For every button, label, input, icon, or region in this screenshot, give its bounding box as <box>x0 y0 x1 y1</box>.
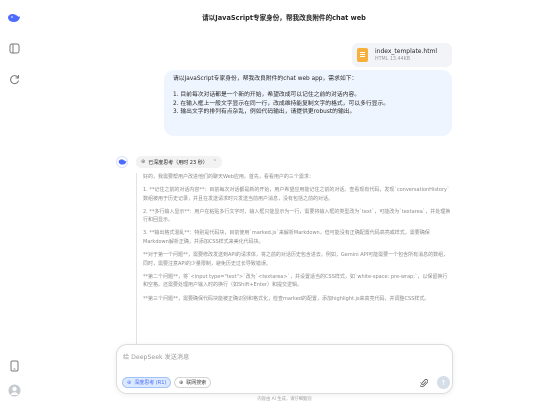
sidebar <box>0 0 28 405</box>
reasoning-paragraph: **第三个问题**，需要确保代码块能被正确识别和格式化，检查marked的配置，… <box>143 295 430 302</box>
file-icon <box>357 48 368 62</box>
reasoning-paragraph: 好的，我需要帮用户改进他们的聊天Web应用。首先，看看用户的三个需求： <box>143 174 314 180</box>
message-input[interactable]: 给 DeepSeek 发送消息 <box>123 352 189 361</box>
chevron-up-icon: ⌃ <box>212 159 217 165</box>
logo-whale-icon[interactable] <box>6 10 22 26</box>
new-chat-icon[interactable] <box>6 71 22 87</box>
phone-icon[interactable] <box>6 358 22 374</box>
footer-disclaimer: 内容由 AI 生成，请仔细甄别 <box>257 397 312 402</box>
header: 请以JavaScript专家身份，帮我改良附件的chat web <box>28 0 540 34</box>
assistant-avatar-icon <box>116 156 128 168</box>
user-message-line: 3. 输出文字的排列有点杂乱，例如代码输出，请提供更robust的输出。 <box>173 108 356 115</box>
send-button[interactable]: ↑ <box>437 376 450 389</box>
user-message-line: 2. 在输入框上一般文字显示在同一行，改成维持能复制文字的格式，可以多行显示。 <box>173 100 390 107</box>
thinking-toggle[interactable]: ⊛ 已深度思考（用时 23 秒） ⌃ <box>136 156 222 168</box>
attachment-name: index_template.html <box>375 47 438 55</box>
thinking-icon: ⊛ <box>141 159 146 165</box>
paperclip-icon[interactable] <box>419 378 429 390</box>
reasoning-paragraph: **对于第一个问题**，需要修改发送到API的请求体，将之前的对话历史包含进去。… <box>143 252 449 267</box>
page-title: 请以JavaScript专家身份，帮我改良附件的chat web <box>202 14 366 22</box>
deepthink-button[interactable]: ⊛ 深度思考 (R1) <box>122 377 172 388</box>
reasoning-paragraph: 3. **输出格式混乱**：特别是代码块，目前使用`marked.js`来解析M… <box>143 230 430 246</box>
deepthink-label: 深度思考 (R1) <box>134 380 167 386</box>
user-message: 请以JavaScript专家身份，帮我改良附件的chat web app，需求如… <box>164 70 452 136</box>
websearch-label: 联网搜索 <box>186 380 207 386</box>
deepthink-icon: ⊛ <box>127 379 132 386</box>
message-composer[interactable]: 给 DeepSeek 发送消息 ⊛ 深度思考 (R1) ⊕ 联网搜索 ↑ <box>116 344 453 394</box>
reasoning-paragraph: 2. **多行输入显示**：用户在粘贴多行文字时，输入框只能显示为一行，需要将输… <box>143 208 451 224</box>
user-avatar-icon[interactable] <box>6 382 22 398</box>
thinking-label: 已深度思考（用时 23 秒） <box>148 159 208 166</box>
attachment-size: HTML 13.44KB <box>375 56 411 62</box>
toggle-sidebar-icon[interactable] <box>6 40 22 56</box>
globe-icon: ⊕ <box>179 379 184 386</box>
reasoning-paragraph: 1. **记住之前的对话内容**：目前每次对话都是新的开始，用户希望应用能记住之… <box>143 187 450 202</box>
user-message-line: 1. 目前每次对话都是一个新的开始，希望改成可以记住之前的对话内容。 <box>173 92 361 99</box>
user-message-line: 请以JavaScript专家身份，帮我改良附件的chat web app，需求如… <box>173 76 358 82</box>
reasoning-paragraph: **第二个问题**，将`<input type="text">`改为`<text… <box>143 273 448 289</box>
websearch-button[interactable]: ⊕ 联网搜索 <box>174 377 212 388</box>
attachment-card[interactable]: index_template.html HTML 13.44KB <box>352 43 452 67</box>
arrow-up-icon: ↑ <box>440 378 447 387</box>
